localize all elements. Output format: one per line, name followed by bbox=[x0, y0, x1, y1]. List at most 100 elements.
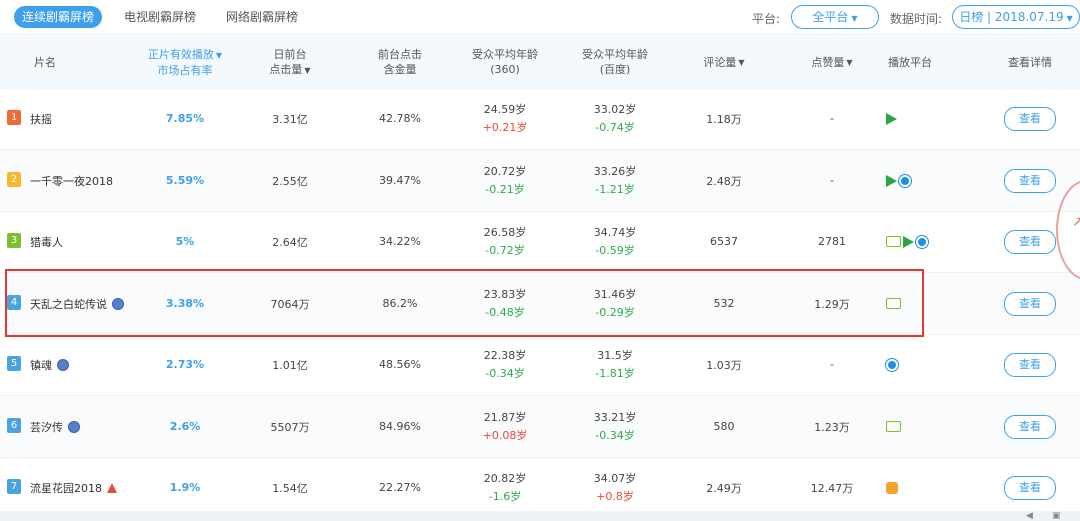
show-title[interactable]: 扶摇 bbox=[30, 88, 52, 149]
cell-likes: 1.29万 bbox=[790, 273, 874, 334]
cell-value: 1.29万 bbox=[814, 297, 850, 311]
footer-bar bbox=[0, 511, 1080, 521]
youku-icon[interactable] bbox=[886, 358, 898, 371]
print-icon[interactable]: ▣ bbox=[1052, 511, 1062, 521]
cell-value: 2.49万 bbox=[706, 481, 742, 495]
cell-gold: 22.27% bbox=[360, 457, 440, 518]
platform-select[interactable]: 全平台 ▼ bbox=[791, 5, 879, 29]
volume-icon[interactable]: ◀ bbox=[1026, 511, 1036, 521]
rank-badge: 6 bbox=[7, 418, 21, 433]
age-delta: -0.48岁 bbox=[485, 305, 525, 319]
cell-value: 2.64亿 bbox=[272, 235, 308, 249]
header-details-label: 查看详情 bbox=[1008, 55, 1052, 69]
tencent-icon[interactable] bbox=[886, 112, 897, 125]
cell-share: 2.73% bbox=[135, 334, 235, 395]
header-age-360-line1: 受众平均年龄 bbox=[472, 48, 538, 61]
header-comments[interactable]: 评论量 ▼ bbox=[680, 35, 768, 89]
view-details-button[interactable]: 查看 bbox=[1004, 107, 1056, 131]
time-select[interactable]: 日榜 | 2018.07.19 ▼ bbox=[952, 5, 1080, 29]
show-title-text: 流星花园2018 bbox=[30, 481, 102, 495]
cell-value: 84.96% bbox=[379, 420, 421, 433]
show-title[interactable]: 镇魂 bbox=[30, 334, 69, 395]
header-share[interactable]: 正片有效播放 ▼ 市场占有率 bbox=[135, 35, 235, 89]
age-value: 34.07岁 bbox=[593, 471, 637, 485]
header-age-baidu-line1: 受众平均年龄 bbox=[582, 48, 648, 61]
age-value: 33.26岁 bbox=[593, 164, 637, 178]
cell-value: 580 bbox=[713, 420, 735, 433]
cell-comments: 1.03万 bbox=[680, 334, 768, 395]
cell-value: - bbox=[830, 112, 834, 125]
cell-value: 42.78% bbox=[379, 112, 421, 125]
rank-badge: 3 bbox=[7, 233, 21, 248]
rank-badge: 7 bbox=[7, 479, 21, 494]
table-row: 6 芸汐传 2.6% 5507万 84.96% 21.87岁 +0.08岁 33.21岁 -0.… bbox=[0, 396, 1080, 458]
show-title[interactable]: 芸汐传 bbox=[30, 396, 80, 457]
cell-gold: 86.2% bbox=[360, 273, 440, 334]
show-title[interactable]: 一千零一夜2018 bbox=[30, 150, 113, 211]
tencent-icon[interactable] bbox=[886, 174, 897, 187]
cell-clicks: 1.01亿 bbox=[250, 334, 330, 395]
age-delta: +0.8岁 bbox=[596, 489, 634, 503]
time-label: 数据时间: bbox=[890, 12, 943, 26]
header-age-baidu: 受众平均年龄 (百度) bbox=[570, 35, 660, 89]
cell-gold: 39.47% bbox=[360, 150, 440, 211]
age-delta: +0.08岁 bbox=[482, 428, 528, 442]
tencent-icon[interactable] bbox=[903, 235, 914, 248]
view-details-button[interactable]: 查看 bbox=[1004, 415, 1056, 439]
top-bar: 连续剧霸屏榜 电视剧霸屏榜 网络剧霸屏榜 平台: 全平台 ▼ 数据时间: 日榜 |… bbox=[0, 0, 1080, 34]
table-row: 5 镇魂 2.73% 1.01亿 48.56% 22.38岁 -0.34岁 31.5岁 -1.8… bbox=[0, 334, 1080, 396]
view-details-button[interactable]: 查看 bbox=[1004, 476, 1056, 500]
header-likes[interactable]: 点赞量 ▼ bbox=[790, 35, 874, 89]
view-details-button[interactable]: 查看 bbox=[1004, 353, 1056, 377]
cell-comments: 6537 bbox=[680, 211, 768, 272]
show-title[interactable]: 天乱之白蛇传说 bbox=[30, 273, 124, 334]
cell-clicks: 7064万 bbox=[250, 273, 330, 334]
sort-icon[interactable]: ▼ bbox=[304, 66, 310, 75]
view-details-button[interactable]: 查看 bbox=[1004, 292, 1056, 316]
age-value: 33.21岁 bbox=[593, 410, 637, 424]
iqiyi-icon[interactable] bbox=[886, 298, 901, 309]
cell-age360: 26.58岁 -0.72岁 bbox=[460, 211, 550, 272]
cell-comments: 1.18万 bbox=[680, 88, 768, 149]
arrow-icon: ↗ bbox=[1072, 214, 1080, 230]
mango-icon[interactable] bbox=[886, 481, 898, 494]
cell-gold: 84.96% bbox=[360, 396, 440, 457]
cell-value: 2.73% bbox=[165, 358, 205, 371]
iqiyi-icon[interactable] bbox=[886, 236, 901, 247]
cell-value: 5.59% bbox=[165, 174, 205, 187]
cell-comments: 2.49万 bbox=[680, 457, 768, 518]
header-share-line2: 市场占有率 bbox=[157, 63, 213, 77]
exclusive-badge-icon bbox=[112, 297, 124, 310]
cell-value: 2781 bbox=[818, 235, 846, 248]
header-likes-label: 点赞量 bbox=[811, 55, 845, 69]
cell-value: - bbox=[830, 174, 834, 187]
show-title[interactable]: 猎毒人 bbox=[30, 211, 63, 272]
cell-share: 1.9% bbox=[135, 457, 235, 518]
header-clicks[interactable]: 日前台 点击量 ▼ bbox=[250, 35, 330, 89]
age-value: 20.82岁 bbox=[483, 471, 527, 485]
age-delta: +0.21岁 bbox=[482, 120, 528, 134]
platform-icons bbox=[886, 150, 911, 211]
cell-value: 6537 bbox=[710, 235, 738, 248]
show-title[interactable]: 流星花园2018 bbox=[30, 457, 117, 518]
cell-likes: 2781 bbox=[790, 211, 874, 272]
age-value: 20.72岁 bbox=[483, 164, 527, 178]
tab-web-ranking[interactable]: 网络剧霸屏榜 bbox=[218, 6, 306, 28]
cell-value: 1.54亿 bbox=[272, 481, 308, 495]
sort-icon[interactable]: ▼ bbox=[216, 51, 222, 60]
cell-age360: 20.82岁 -1.6岁 bbox=[460, 457, 550, 518]
show-title-text: 一千零一夜2018 bbox=[30, 174, 113, 188]
view-details-button[interactable]: 查看 bbox=[1004, 230, 1056, 254]
cell-value: 34.22% bbox=[379, 235, 421, 248]
iqiyi-icon[interactable] bbox=[886, 421, 901, 432]
header-comments-label: 评论量 bbox=[703, 55, 737, 69]
tab-tv-ranking[interactable]: 电视剧霸屏榜 bbox=[116, 6, 204, 28]
sort-icon[interactable]: ▼ bbox=[738, 55, 744, 70]
header-gold-line2: 含金量 bbox=[383, 63, 417, 76]
sort-icon[interactable]: ▼ bbox=[846, 55, 852, 70]
cell-age360: 20.72岁 -0.21岁 bbox=[460, 150, 550, 211]
tab-series-ranking[interactable]: 连续剧霸屏榜 bbox=[14, 6, 103, 28]
youku-icon[interactable] bbox=[916, 235, 928, 248]
youku-icon[interactable] bbox=[899, 174, 911, 187]
view-details-button[interactable]: 查看 bbox=[1004, 169, 1056, 193]
